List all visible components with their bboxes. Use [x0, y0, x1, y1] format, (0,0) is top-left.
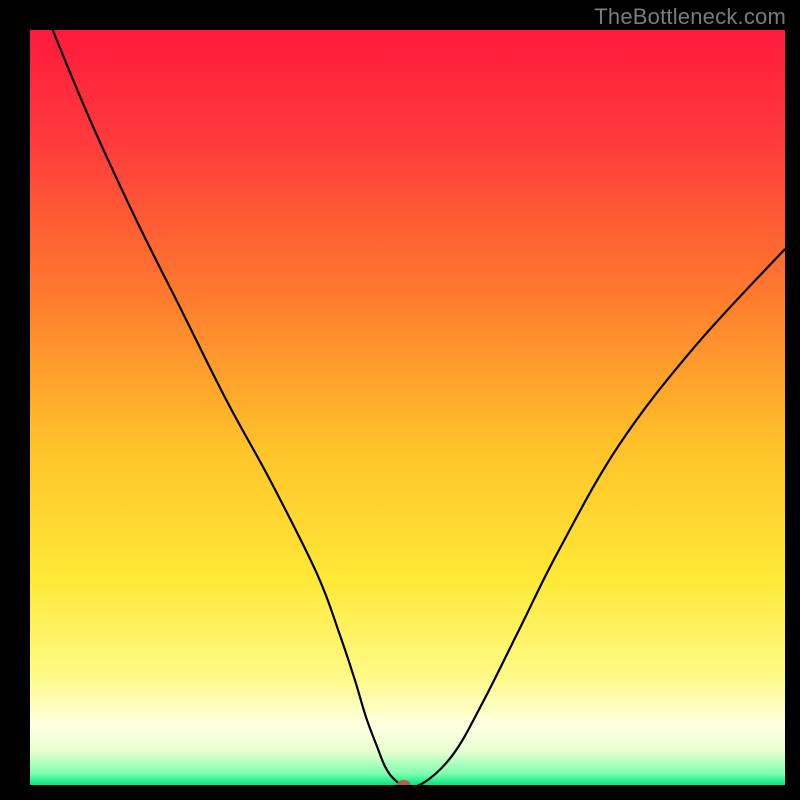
- plot-area: [30, 30, 785, 785]
- chart-frame: TheBottleneck.com: [0, 0, 800, 800]
- chart-svg: [30, 30, 785, 785]
- watermark-text: TheBottleneck.com: [594, 4, 786, 30]
- gradient-background: [30, 30, 785, 785]
